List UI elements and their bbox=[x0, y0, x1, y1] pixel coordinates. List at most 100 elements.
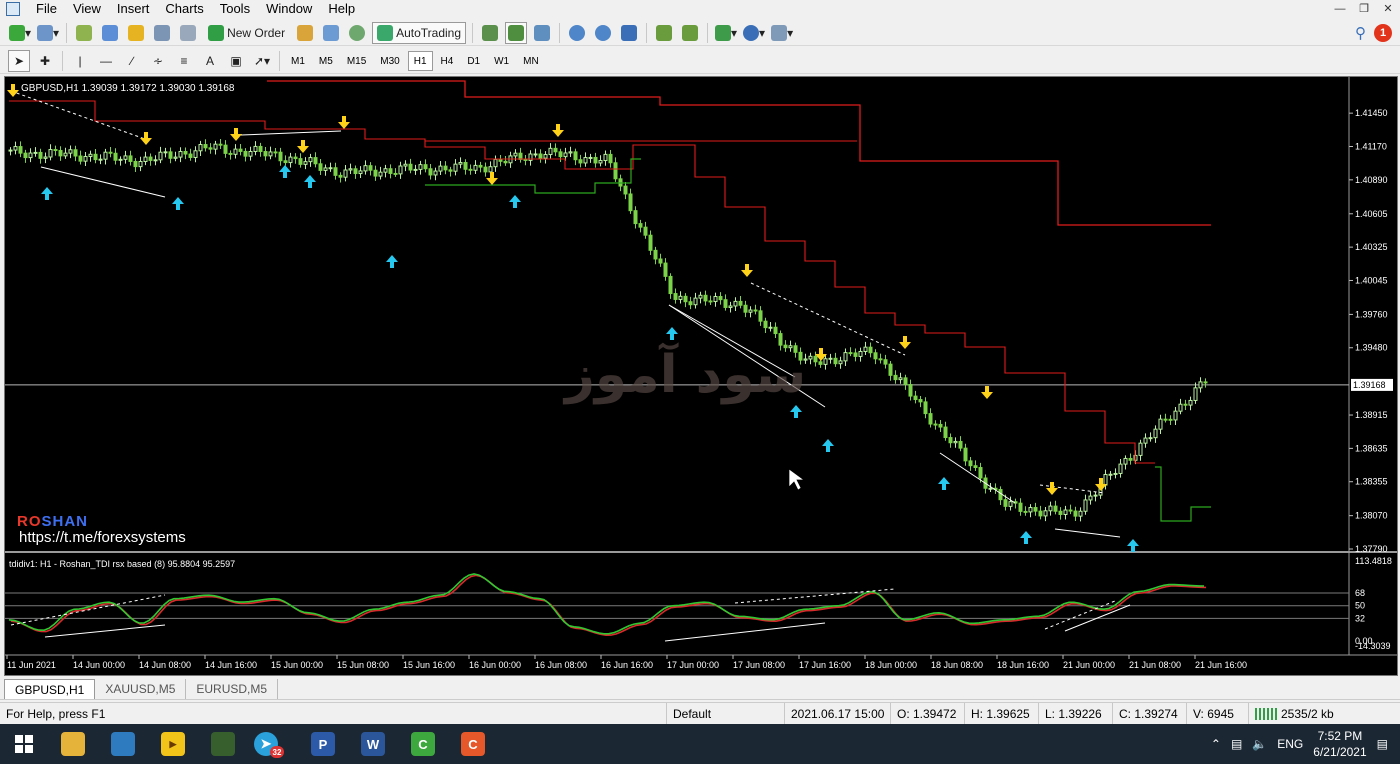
arrows-button[interactable]: ➚▾ bbox=[251, 50, 273, 72]
zoom-in-button[interactable] bbox=[566, 22, 588, 44]
notification-center-icon[interactable]: ▤ bbox=[1377, 737, 1388, 751]
menu-tools[interactable]: Tools bbox=[212, 0, 258, 18]
tf-m1[interactable]: M1 bbox=[285, 51, 311, 71]
text-label-button[interactable]: ▣ bbox=[225, 50, 247, 72]
horizontal-line-button[interactable]: — bbox=[95, 50, 117, 72]
candle-body bbox=[1018, 502, 1023, 512]
brand-url: https://t.me/forexsystems bbox=[19, 529, 186, 546]
network-icon[interactable]: ▤ bbox=[1231, 737, 1242, 751]
vertical-line-button[interactable]: | bbox=[69, 50, 91, 72]
taskbar-player[interactable]: ▶ bbox=[148, 724, 198, 764]
taskbar-app-4[interactable] bbox=[198, 724, 248, 764]
brand-ro: RO bbox=[17, 513, 42, 530]
time-tick-label: 15 Jun 08:00 bbox=[337, 660, 389, 670]
tab-eurusd-m5[interactable]: EURUSD,M5 bbox=[186, 679, 279, 699]
text-button[interactable]: A bbox=[199, 50, 221, 72]
line-chart-button[interactable] bbox=[531, 22, 553, 44]
start-button[interactable] bbox=[0, 724, 48, 764]
taskbar-camtasia-orange[interactable]: C bbox=[448, 724, 498, 764]
candlestick-button[interactable] bbox=[505, 21, 528, 44]
profiles-button[interactable]: ▾ bbox=[36, 22, 60, 44]
candle-body bbox=[443, 165, 448, 171]
candle-body bbox=[1123, 457, 1128, 465]
tf-h1[interactable]: H1 bbox=[407, 50, 433, 71]
zoom-out-button[interactable] bbox=[592, 22, 614, 44]
tile-windows-button[interactable] bbox=[618, 22, 640, 44]
crosshair-button[interactable]: ✚ bbox=[34, 50, 56, 72]
market-watch-button[interactable] bbox=[73, 22, 95, 44]
templates-button[interactable]: ▾ bbox=[770, 22, 794, 44]
market-button[interactable] bbox=[346, 22, 368, 44]
candle-body bbox=[198, 144, 203, 152]
data-window-button[interactable] bbox=[99, 22, 121, 44]
tf-h4[interactable]: H4 bbox=[435, 51, 460, 71]
new-order-button[interactable]: New Order bbox=[203, 22, 290, 44]
restore-icon[interactable]: ❐ bbox=[1352, 0, 1376, 18]
horizontal-line-icon: — bbox=[100, 53, 112, 68]
equidistant-channel-button[interactable]: ∻ bbox=[147, 50, 169, 72]
tab-xauusd-m5[interactable]: XAUUSD,M5 bbox=[95, 679, 187, 699]
new-chart-button[interactable]: ▾ bbox=[8, 22, 32, 44]
navigator-button[interactable] bbox=[125, 22, 147, 44]
taskbar-app-2[interactable] bbox=[98, 724, 148, 764]
lang-indicator[interactable]: ENG bbox=[1277, 737, 1303, 751]
candle-body bbox=[1058, 510, 1063, 515]
fibonacci-button[interactable]: ≡ bbox=[173, 50, 195, 72]
trendline-button[interactable]: ∕ bbox=[121, 50, 143, 72]
telegram-badge: 32 bbox=[270, 746, 284, 758]
time-tick-label: 16 Jun 08:00 bbox=[535, 660, 587, 670]
periods-button[interactable]: ▾ bbox=[742, 22, 766, 44]
tf-d1[interactable]: D1 bbox=[461, 51, 486, 71]
taskbar-word[interactable]: W bbox=[348, 724, 398, 764]
speaker-icon[interactable]: 🔈 bbox=[1252, 737, 1267, 751]
menu-insert[interactable]: Insert bbox=[109, 0, 158, 18]
chart-window[interactable]: 1.41450 1.41170 1.40890 1.40605 1.40325 1.400… bbox=[4, 76, 1398, 676]
menu-window[interactable]: Window bbox=[258, 0, 320, 18]
crosshair-icon: ✚ bbox=[39, 53, 51, 68]
menu-view[interactable]: View bbox=[65, 0, 109, 18]
taskbar-explorer[interactable] bbox=[48, 724, 98, 764]
cursor-button[interactable]: ➤ bbox=[8, 49, 30, 72]
tester-button[interactable] bbox=[177, 22, 199, 44]
taskbar-camtasia-green[interactable]: C bbox=[398, 724, 448, 764]
candle-body bbox=[303, 161, 308, 165]
bar-chart-button[interactable] bbox=[479, 22, 501, 44]
tf-w1[interactable]: W1 bbox=[488, 51, 515, 71]
menu-file[interactable]: File bbox=[28, 0, 65, 18]
candle-body bbox=[953, 440, 958, 444]
menu-help[interactable]: Help bbox=[320, 0, 363, 18]
auto-scroll-button[interactable] bbox=[653, 22, 675, 44]
terminal-button[interactable] bbox=[151, 22, 173, 44]
minimize-icon[interactable]: — bbox=[1328, 0, 1352, 18]
candle-body bbox=[598, 160, 603, 164]
candle-body bbox=[613, 162, 618, 180]
candle-body bbox=[408, 163, 413, 171]
candle-body bbox=[713, 296, 718, 303]
candle-body bbox=[878, 358, 883, 361]
metaeditor-button[interactable] bbox=[294, 22, 316, 44]
tab-gbpusd-h1[interactable]: GBPUSD,H1 bbox=[4, 679, 96, 699]
taskbar-telegram[interactable]: ➤ 32 bbox=[248, 724, 298, 764]
tf-mn[interactable]: MN bbox=[517, 51, 545, 71]
time-tick-label: 18 Jun 16:00 bbox=[997, 660, 1049, 670]
tf-m30[interactable]: M30 bbox=[374, 51, 405, 71]
close-icon[interactable]: ✕ bbox=[1376, 0, 1400, 18]
menu-charts[interactable]: Charts bbox=[157, 0, 211, 18]
taskbar-metatrader[interactable]: P bbox=[298, 724, 348, 764]
autotrading-button[interactable]: AutoTrading bbox=[372, 21, 467, 44]
chevron-up-icon[interactable]: ⌃ bbox=[1211, 737, 1221, 751]
search-icon[interactable]: ⚲ bbox=[1355, 24, 1366, 42]
tf-m15[interactable]: M15 bbox=[341, 51, 372, 71]
candle-body bbox=[883, 359, 888, 365]
candle-body bbox=[263, 151, 268, 157]
indicators-button[interactable]: ▾ bbox=[714, 22, 738, 44]
chart-shift-button[interactable] bbox=[679, 22, 701, 44]
candle-body bbox=[653, 249, 658, 260]
candle-body bbox=[723, 299, 728, 308]
tf-m5[interactable]: M5 bbox=[313, 51, 339, 71]
clock[interactable]: 7:52 PM 6/21/2021 bbox=[1313, 728, 1366, 760]
notification-badge[interactable]: 1 bbox=[1374, 24, 1392, 42]
candle-body bbox=[1168, 418, 1173, 421]
signals-button[interactable] bbox=[320, 22, 342, 44]
candle-body bbox=[588, 156, 593, 159]
